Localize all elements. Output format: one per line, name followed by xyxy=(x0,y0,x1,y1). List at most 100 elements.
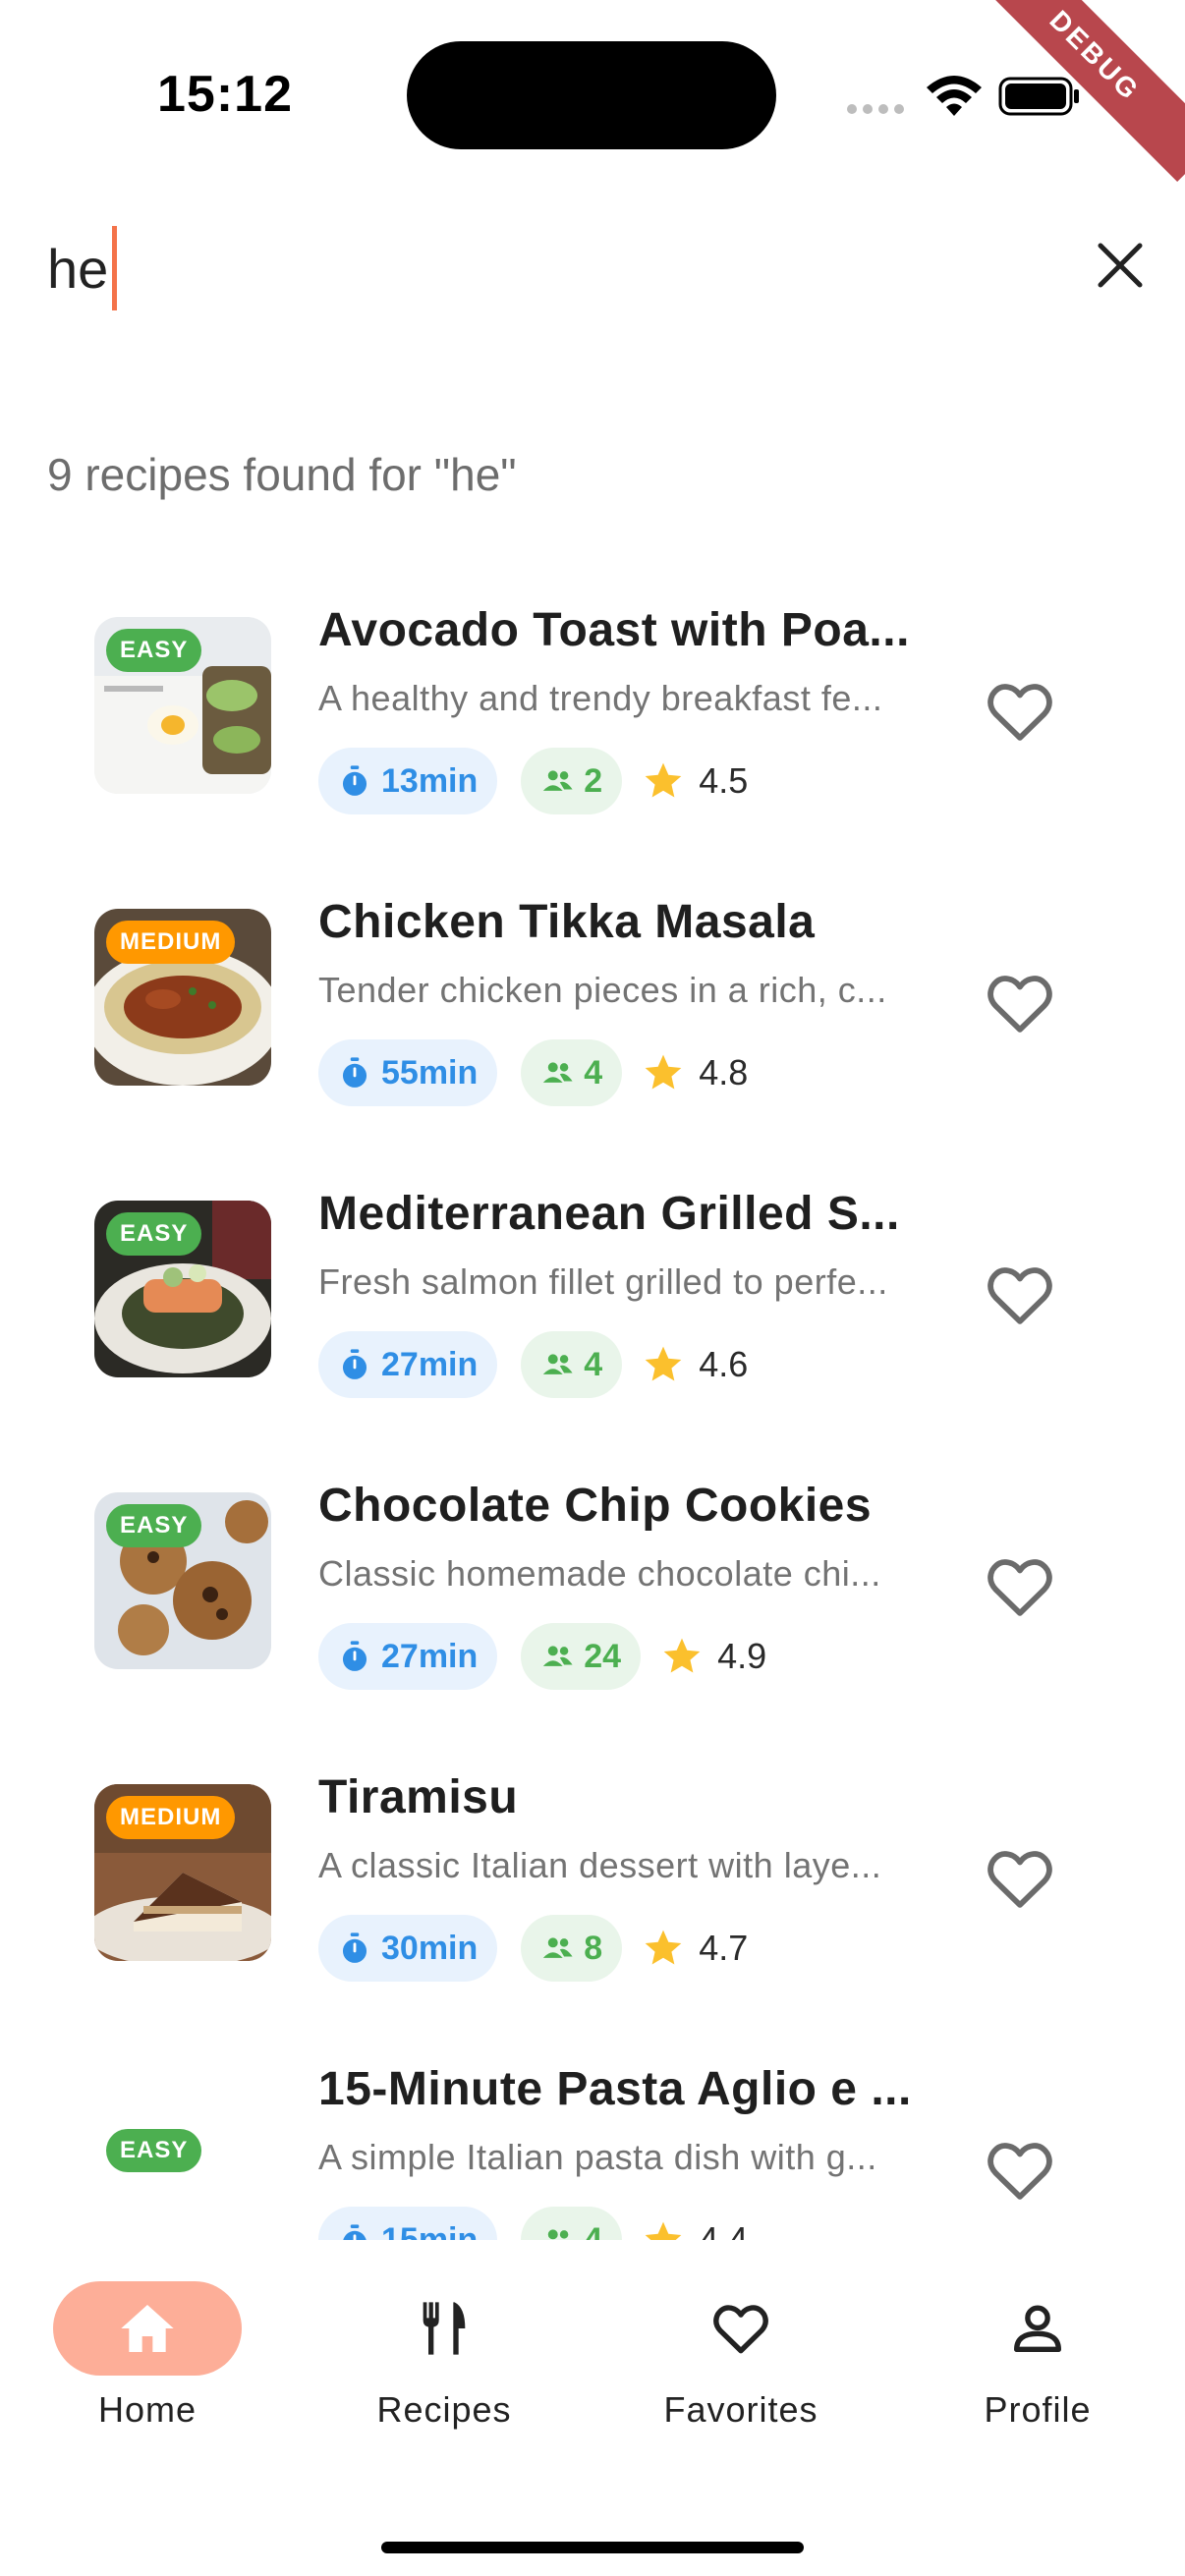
list-item[interactable]: MEDIUM Tiramisu A classic Italian desser… xyxy=(0,1717,1185,1982)
recipe-title: 15-Minute Pasta Aglio e ... xyxy=(318,2063,912,2115)
fork-knife-icon xyxy=(423,2302,466,2355)
heart-icon[interactable] xyxy=(983,674,1057,749)
people-icon xyxy=(543,1354,573,1374)
timer-icon xyxy=(342,1349,367,1379)
timer-icon xyxy=(342,1057,367,1088)
recipe-meta: 15min 4 4.4 xyxy=(318,2206,748,2240)
recipe-meta: 13min 2 4.5 xyxy=(318,747,748,815)
time-chip: 13min xyxy=(318,748,498,814)
difficulty-badge: EASY xyxy=(106,1212,202,1256)
search-bar: he xyxy=(47,216,1148,314)
timer-icon xyxy=(342,1641,367,1671)
nav-indicator xyxy=(350,2281,538,2376)
time-chip: 27min xyxy=(318,1623,498,1690)
heart-icon[interactable] xyxy=(983,2133,1057,2208)
recipe-meta: 27min 24 4.9 xyxy=(318,1622,766,1691)
star-icon xyxy=(645,1346,682,1381)
timer-icon xyxy=(342,1932,367,1963)
rating-value: 4.6 xyxy=(699,1344,749,1384)
nav-label: Home xyxy=(97,2389,198,2430)
people-icon xyxy=(548,2229,569,2240)
rating-value: 4.5 xyxy=(699,760,749,801)
recipe-title: Tiramisu xyxy=(318,1771,519,1823)
list-item[interactable]: EASY 15-Minute Pasta Aglio e ... A simpl… xyxy=(0,2009,1185,2240)
wifi-icon xyxy=(927,76,982,116)
servings-chip: 2 xyxy=(521,748,623,814)
servings-count: 4 xyxy=(584,1345,603,1383)
rating: 4.6 xyxy=(642,1343,748,1386)
servings-chip: 4 xyxy=(521,1039,623,1106)
star-icon xyxy=(663,1638,701,1673)
heart-icon[interactable] xyxy=(983,1841,1057,1916)
cook-time: 27min xyxy=(381,1637,479,1675)
nav-item-home[interactable]: Home xyxy=(39,2281,255,2438)
person-icon xyxy=(1014,2305,1061,2352)
list-item[interactable]: EASY Mediterranean Grilled S... Fresh sa… xyxy=(0,1134,1185,1398)
star-icon xyxy=(645,2221,682,2240)
time-chip: 30min xyxy=(318,1915,498,1982)
recipe-description: A healthy and trendy breakfast fe... xyxy=(318,678,883,718)
time-chip: 27min xyxy=(318,1331,498,1398)
recipe-meta: 30min 8 4.7 xyxy=(318,1914,748,1983)
text-caret xyxy=(112,226,118,310)
difficulty-badge: MEDIUM xyxy=(106,1796,236,1839)
difficulty-badge: EASY xyxy=(106,629,202,672)
people-icon xyxy=(543,1646,573,1666)
rating-value: 4.4 xyxy=(699,2219,749,2240)
bottom-navigation: Home Recipes Favorites Profile xyxy=(0,2240,1185,2576)
time-chip: 15min xyxy=(318,2207,498,2241)
battery-icon xyxy=(998,77,1079,116)
recipe-meta: 27min 4 4.6 xyxy=(318,1330,748,1399)
people-icon xyxy=(543,1937,573,1958)
time-chip: 55min xyxy=(318,1039,498,1106)
rating: 4.7 xyxy=(642,1927,748,1970)
people-icon xyxy=(543,770,573,791)
status-bar: 15:12 DEBUG xyxy=(0,0,1185,196)
nav-label: Recipes xyxy=(376,2389,512,2430)
heart-icon[interactable] xyxy=(983,1549,1057,1624)
star-icon xyxy=(645,762,682,798)
rating-value: 4.9 xyxy=(717,1636,767,1676)
cook-time: 30min xyxy=(381,1929,479,1967)
dynamic-island xyxy=(407,41,776,149)
rating-value: 4.7 xyxy=(699,1928,749,1968)
star-icon xyxy=(645,1054,682,1090)
rating: 4.4 xyxy=(642,2218,748,2240)
home-indicator[interactable] xyxy=(381,2542,804,2553)
list-item[interactable]: EASY Chocolate Chip Cookies Classic home… xyxy=(0,1426,1185,1690)
servings-chip: 4 xyxy=(521,1331,623,1398)
nav-item-favorites[interactable]: Favorites xyxy=(633,2281,849,2438)
close-icon[interactable] xyxy=(1093,238,1148,293)
recipe-description: Tender chicken pieces in a rich, c... xyxy=(318,970,887,1010)
timer-icon xyxy=(342,765,367,796)
servings-count: 24 xyxy=(584,1637,622,1675)
heart-icon[interactable] xyxy=(983,1258,1057,1332)
cook-time: 27min xyxy=(381,1345,479,1383)
nav-label: Favorites xyxy=(663,2389,818,2430)
recipe-title: Chocolate Chip Cookies xyxy=(318,1480,873,1532)
nav-label: Profile xyxy=(984,2389,1092,2430)
rating: 4.8 xyxy=(642,1051,748,1094)
difficulty-badge: MEDIUM xyxy=(106,921,236,964)
recipe-list[interactable]: EASY Avocado Toast with Poa... A healthy… xyxy=(0,550,1185,2240)
nav-item-recipes[interactable]: Recipes xyxy=(336,2281,552,2438)
rating-value: 4.8 xyxy=(699,1052,749,1092)
list-item[interactable]: MEDIUM Chicken Tikka Masala Tender chick… xyxy=(0,842,1185,1106)
star-icon xyxy=(645,1930,682,1965)
rating: 4.5 xyxy=(642,759,748,803)
servings-chip: 24 xyxy=(521,1623,642,1690)
recipe-meta: 55min 4 4.8 xyxy=(318,1038,748,1107)
heart-icon xyxy=(713,2305,768,2354)
difficulty-badge: EASY xyxy=(106,1504,202,1547)
heart-icon[interactable] xyxy=(983,966,1057,1040)
list-item[interactable]: EASY Avocado Toast with Poa... A healthy… xyxy=(0,550,1185,814)
cook-time: 15min xyxy=(381,2220,479,2241)
nav-indicator xyxy=(647,2281,835,2376)
servings-count: 2 xyxy=(584,761,603,800)
recipe-description: Fresh salmon fillet grilled to perfe... xyxy=(318,1261,888,1302)
difficulty-badge: EASY xyxy=(106,2129,202,2172)
recipe-description: Classic homemade chocolate chi... xyxy=(318,1553,881,1594)
nav-item-profile[interactable]: Profile xyxy=(930,2281,1146,2438)
people-icon xyxy=(543,1062,573,1083)
search-input[interactable]: he xyxy=(47,226,118,310)
